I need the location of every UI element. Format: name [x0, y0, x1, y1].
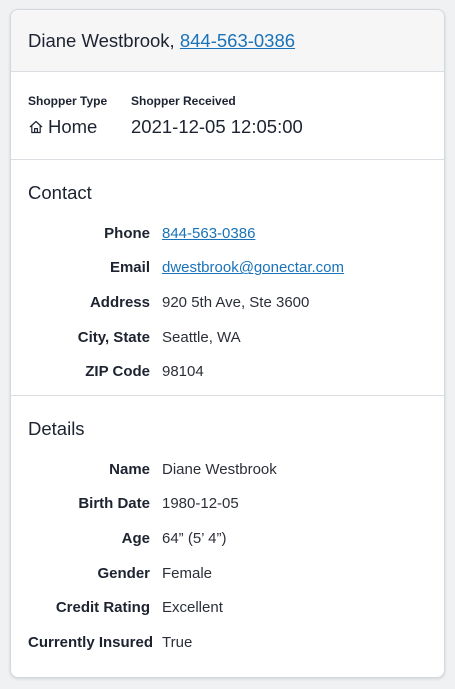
shopper-type: Shopper Type Home [28, 94, 107, 138]
currently-insured-value: True [162, 633, 193, 651]
contact-row-zip: ZIP Code 98104 [28, 354, 427, 389]
details-row-currently-insured: Currently Insured True [28, 625, 427, 660]
shopper-type-label: Shopper Type [28, 94, 108, 108]
email-label: Email [109, 259, 150, 277]
contact-title: Contact [28, 182, 92, 203]
address-label: Address [89, 293, 150, 311]
details-title: Details [28, 418, 85, 439]
address-value: 920 5th Ave, Ste 3600 [162, 293, 310, 311]
contact-section: Contact Phone 844-563-0386 Email dwestbr… [11, 160, 444, 396]
details-section: Details Name Diane Westbrook Birth Date … [11, 396, 444, 660]
details-row-birth-date: Birth Date 1980-12-05 [28, 487, 427, 522]
details-rows: Name Diane Westbrook Birth Date 1980-12-… [28, 452, 427, 660]
credit-rating-value: Excellent [162, 599, 223, 617]
shopper-received-value: 2021-12-05 12:05:00 [131, 116, 303, 137]
credit-rating-label: Credit Rating [55, 599, 150, 617]
card-header: Diane Westbrook, 844-563-0386 [11, 10, 444, 72]
age-label: Age [121, 529, 150, 547]
shopper-received: Shopper Received 2021-12-05 12:05:00 [131, 94, 303, 138]
shopper-received-label: Shopper Received [131, 94, 236, 108]
gender-value: Female [162, 564, 213, 582]
details-row-age: Age 64” (5’ 4”) [28, 521, 427, 556]
phone-link[interactable]: 844-563-0386 [162, 225, 255, 242]
zip-label: ZIP Code [85, 363, 150, 381]
contact-row-city-state: City, State Seattle, WA [28, 320, 427, 355]
shopper-type-value: Home [48, 116, 98, 137]
contact-row-phone: Phone 844-563-0386 [28, 216, 427, 251]
email-link[interactable]: dwestbrook@gonectar.com [162, 259, 344, 276]
details-row-credit-rating: Credit Rating Excellent [28, 590, 427, 625]
shopper-card: Diane Westbrook, 844-563-0386 Shopper Ty… [10, 9, 445, 678]
shopper-type-value-row: Home [28, 116, 107, 138]
age-value: 64” (5’ 4”) [162, 529, 227, 547]
birth-date-label: Birth Date [78, 495, 150, 513]
shopper-name: Diane Westbrook, [28, 30, 175, 51]
zip-value: 98104 [162, 363, 204, 381]
birth-date-value: 1980-12-05 [162, 495, 239, 513]
details-row-name: Name Diane Westbrook [28, 452, 427, 487]
city-state-value: Seattle, WA [162, 328, 241, 346]
details-row-gender: Gender Female [28, 556, 427, 591]
shopper-summary: Shopper Type Home Shopper Received 2021-… [11, 72, 444, 160]
city-state-label: City, State [77, 328, 150, 346]
contact-row-email: Email dwestbrook@gonectar.com [28, 251, 427, 286]
header-phone-link[interactable]: 844-563-0386 [180, 30, 295, 51]
name-label: Name [109, 460, 150, 478]
name-value: Diane Westbrook [162, 460, 277, 478]
contact-row-address: Address 920 5th Ave, Ste 3600 [28, 285, 427, 320]
home-icon [29, 120, 43, 134]
gender-label: Gender [97, 564, 150, 582]
contact-rows: Phone 844-563-0386 Email dwestbrook@gone… [28, 216, 427, 389]
phone-label: Phone [104, 224, 150, 242]
currently-insured-label: Currently Insured [28, 633, 154, 651]
